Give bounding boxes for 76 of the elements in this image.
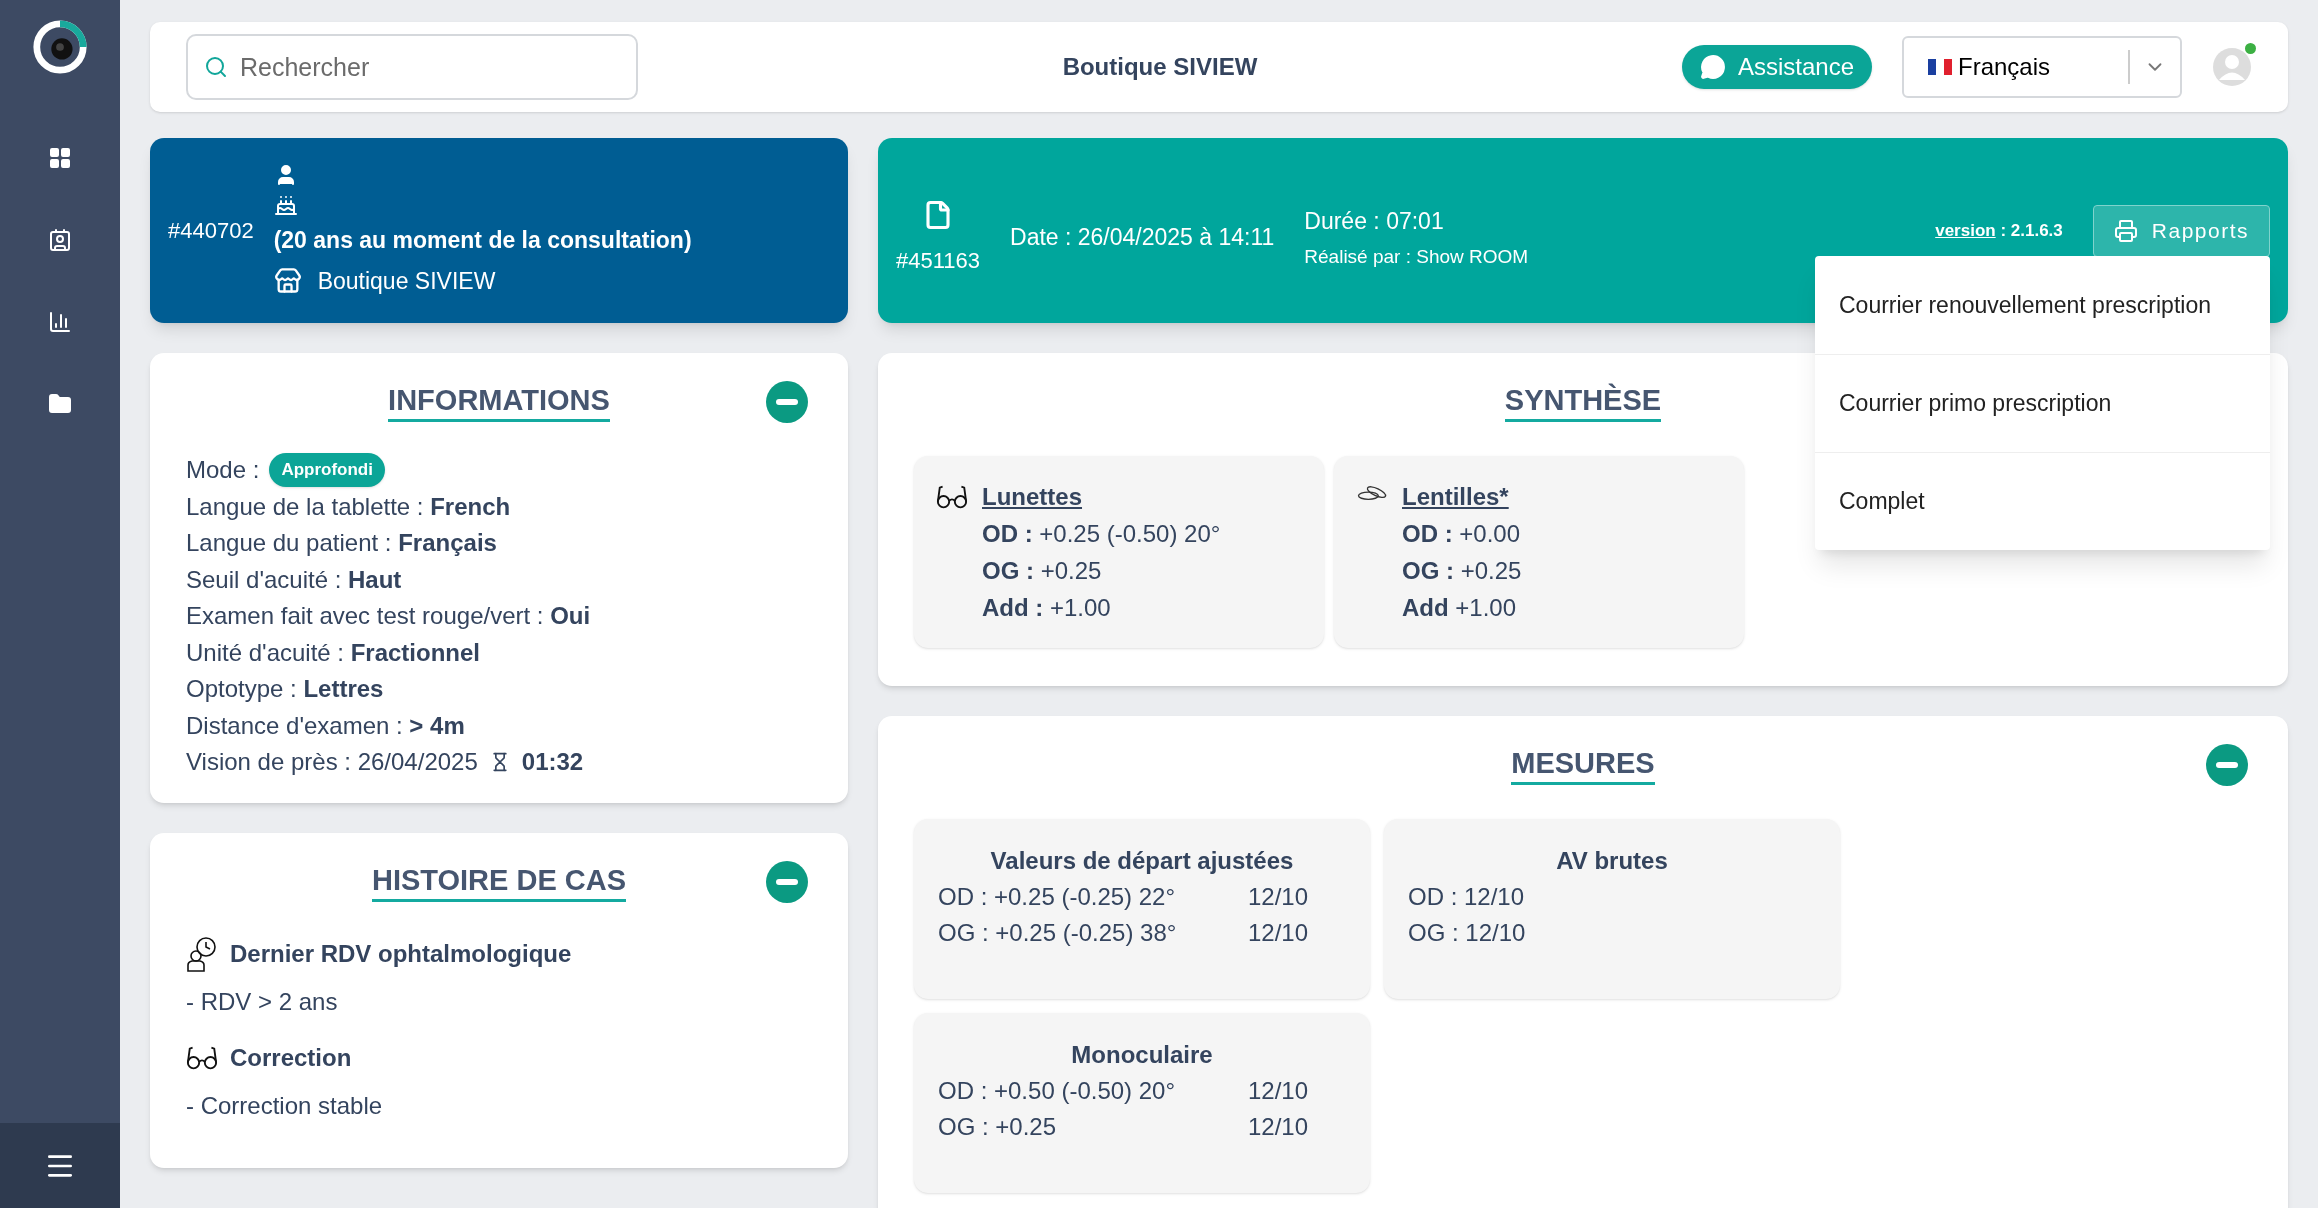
acuity-value: 12/10: [1248, 1076, 1309, 1106]
language-select[interactable]: Français: [1902, 36, 2182, 98]
acuity-value: 12/10: [1248, 1112, 1309, 1142]
eye-logo-icon: [31, 18, 89, 76]
info-line: Langue du patient : Français: [186, 528, 498, 558]
menu-button[interactable]: [0, 1123, 120, 1208]
bar-chart-icon[interactable]: [48, 310, 72, 334]
history-title: Correction: [230, 1042, 352, 1073]
document-icon: [923, 200, 953, 230]
patient-list-icon[interactable]: [48, 228, 72, 252]
search-icon: [204, 55, 228, 79]
history-detail: - Correction stable: [186, 1090, 384, 1121]
prescription-title: Lentilles*: [1402, 482, 1510, 512]
avatar-icon[interactable]: [2212, 47, 2252, 87]
info-line: Vision de près : 26/04/2025: [186, 747, 478, 777]
section-title: HISTOIRE DE CAS: [371, 860, 627, 902]
measure-value: OD : +0.25 (-0.25) 22°: [938, 882, 1177, 912]
prescription-line: OG : +0.25: [982, 556, 1103, 586]
prescription-line: Add +1.00: [1402, 593, 1518, 623]
timer-value: 01:32: [521, 747, 584, 777]
printer-icon: [2113, 218, 2138, 243]
collapse-button[interactable]: [766, 381, 808, 423]
cake-icon: [273, 193, 298, 217]
section-title: INFORMATIONS: [388, 381, 610, 422]
minus-icon: [2216, 762, 2238, 768]
shop-name: Boutique SIVIEW: [317, 266, 496, 296]
section-title: MESURES: [1511, 744, 1655, 785]
language-label: Français: [1958, 52, 2052, 82]
info-label: Mode :: [186, 455, 260, 485]
dashboard-icon[interactable]: [48, 146, 72, 170]
folder-icon[interactable]: [48, 392, 72, 416]
prescription-line: OG : +0.25: [1402, 556, 1522, 586]
history-detail: - RDV > 2 ans: [186, 986, 339, 1017]
shop-icon: [273, 266, 302, 295]
info-line: Unité d'acuité : Fractionnel: [186, 637, 482, 668]
minus-icon: [776, 878, 798, 885]
patient-id: #440702: [168, 217, 254, 245]
info-line: Langue de la tablette : French: [186, 491, 512, 522]
section-title: SYNTHÈSE: [1504, 381, 1662, 422]
info-line: Optotype : Lettres: [186, 674, 385, 704]
search-field[interactable]: Rechercher: [186, 34, 638, 100]
measure-title: AV brutes: [1555, 846, 1669, 876]
prescription-line: OD : +0.00: [1402, 519, 1522, 549]
contact-lenses-icon: [1356, 484, 1388, 502]
doctor-clock-icon: [186, 935, 218, 972]
measure-value: OD : 12/10: [1408, 882, 1526, 912]
mode-badge: Approfondi: [269, 453, 385, 488]
measure-title: Valeurs de départ ajustées: [989, 846, 1295, 876]
age-note: (20 ans au moment de la consultation): [273, 226, 692, 255]
measure-title: Monoculaire: [1070, 1040, 1214, 1070]
france-flag-icon: [1928, 59, 1952, 75]
info-line: Distance d'examen : > 4m: [186, 710, 466, 741]
glasses-icon: [936, 484, 968, 510]
info-line: Examen fait avec test rouge/vert : Oui: [186, 601, 592, 631]
session-id: #451163: [896, 247, 980, 275]
history-title: Dernier RDV ophtalmologique: [230, 938, 572, 969]
prescription-line: Add : +1.00: [982, 593, 1112, 623]
performed-by: Réalisé par : Show ROOM: [1304, 244, 1529, 269]
session-duration: Durée : 07:01: [1304, 207, 1445, 236]
menu-item[interactable]: Courrier renouvellement prescription: [1815, 256, 2270, 354]
prescription-line: OD : +0.25 (-0.50) 20°: [982, 519, 1221, 549]
measure-value: OD : +0.50 (-0.50) 20°: [938, 1076, 1177, 1106]
collapse-button[interactable]: [2206, 744, 2248, 786]
acuity-value: 12/10: [1248, 882, 1309, 912]
info-line: Seuil d'acuité : Haut: [186, 564, 403, 595]
collapse-button[interactable]: [766, 860, 808, 903]
measure-value: OG : +0.25: [938, 1112, 1058, 1142]
measure-value: OG : 12/10: [1408, 918, 1527, 948]
minus-icon: [776, 399, 798, 405]
chat-bubble-icon: [1699, 54, 1726, 80]
measure-value: OG : +0.25 (-0.25) 38°: [938, 918, 1178, 948]
version-text: version : 2.1.6.3: [1935, 219, 2063, 242]
header-title: Boutique SIVIEW: [1062, 52, 1258, 82]
session-date: Date : 26/04/2025 à 14:11: [1010, 223, 1275, 253]
prescription-title: Lunettes: [982, 482, 1083, 512]
acuity-value: 12/10: [1248, 918, 1309, 948]
